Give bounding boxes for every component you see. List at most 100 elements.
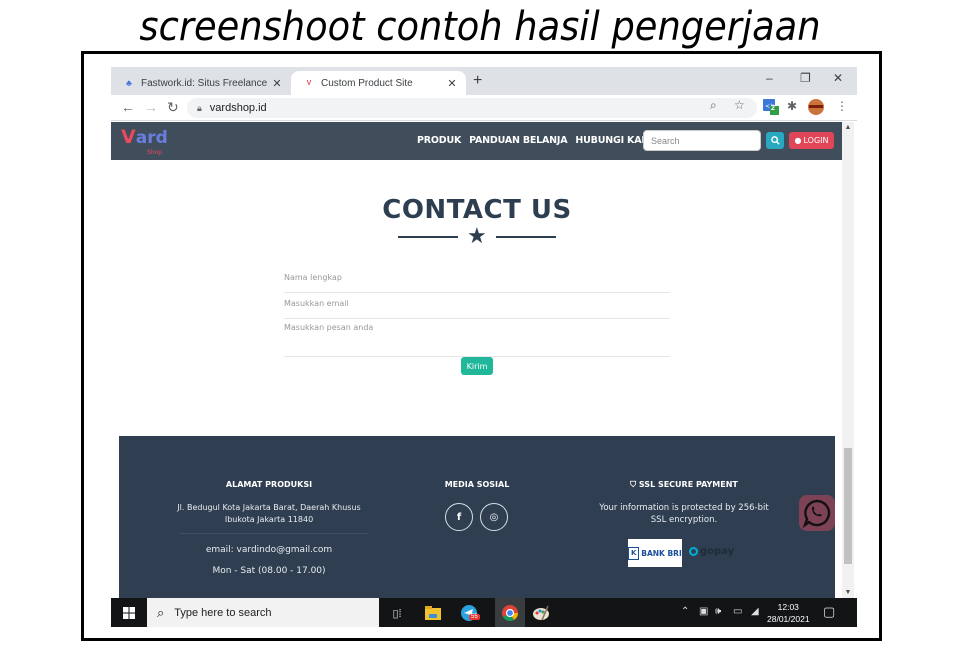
extensions-puzzle-icon[interactable]: ✱ [787,99,797,113]
close-tab-icon[interactable]: ✕ [269,77,285,90]
menu-produk[interactable]: PRODUK [417,135,461,146]
wifi-icon[interactable]: ◢ [751,606,759,617]
bank-bri-logo: K BANK BRI [628,539,682,567]
tab-fastwork[interactable]: ♣ Fastwork.id: Situs Freelance Online ✕ [111,71,291,95]
facebook-icon: f [456,511,462,523]
social-heading: MEDIA SOSIAL [444,480,510,489]
payment-text-2: SSL encryption. [650,515,718,525]
gopay-dot-icon [689,547,698,556]
gopay-logo: gopay [689,546,734,557]
divider-right [496,236,556,238]
email-field[interactable]: Masukkan email [284,297,670,319]
windows-taskbar: ⌕ Type here to search ▯⁞ 55 ⌃ ▣ 🕪︎ ▭ ◢ 1… [111,598,857,627]
back-icon[interactable]: ← [121,99,135,115]
payment-heading: ⛉ SSL SECURE PAYMENT [589,480,779,490]
image-caption: screenshoot contoh hasil pengerjaan [139,4,821,50]
tab-title: Fastwork.id: Situs Freelance Online [141,77,269,89]
new-tab-button[interactable]: + [473,72,482,90]
instagram-icon: ◎ [489,511,499,523]
start-button[interactable] [111,598,147,627]
taskbar-search[interactable]: ⌕ Type here to search [147,598,379,627]
contact-title: CONTACT US [382,195,572,225]
message-field[interactable]: Masukkan pesan anda [284,321,670,357]
gopay-label: gopay [700,546,735,557]
volume-icon[interactable]: 🕪︎ [715,606,721,617]
star-icon: ★ [467,223,487,248]
user-circle-icon: ● [794,136,802,145]
payment-text-1: Your information is protected by 256-bit [599,503,769,513]
login-button[interactable]: ● LOGIN [789,132,834,149]
file-explorer-icon[interactable] [423,603,443,623]
meet-now-icon[interactable]: ▣ [699,606,708,617]
battery-icon[interactable]: ▭ [733,606,742,617]
clock-time: 12:03 [777,602,799,612]
zoom-icon[interactable]: ⌕ [710,98,717,113]
facebook-button[interactable]: f [445,503,473,531]
minimize-button[interactable]: – [766,71,773,85]
address-line-2: Ibukota Jakarta 11840 [224,515,314,524]
browser-tab-bar: ♣ Fastwork.id: Situs Freelance Online ✕ … [111,67,857,95]
address-heading: ALAMAT PRODUKSI [225,480,313,489]
paint-icon[interactable] [531,603,551,623]
scroll-down-arrow-icon[interactable]: ▼ [842,589,854,596]
profile-avatar[interactable] [808,99,824,120]
whatsapp-button[interactable] [799,495,835,531]
scrollbar-thumb[interactable] [844,448,852,564]
logo-sub: Shop [147,149,163,156]
instagram-button[interactable]: ◎ [480,503,508,531]
bookmark-star-icon[interactable]: ☆ [734,98,745,112]
submit-button[interactable]: Kirim [461,357,493,375]
close-tab-icon[interactable]: ✕ [444,77,460,90]
search-icon: ⌕ [157,604,165,620]
reload-icon[interactable]: ↻ [167,99,179,116]
close-window-button[interactable]: ✕ [833,71,843,85]
page-scrollbar[interactable]: ▲ ▼ [842,122,854,598]
shield-icon: ⛉ [630,480,639,489]
address-bar[interactable]: 🔒︎ vardshop.id [187,98,757,118]
tab-title: Custom Product Site [321,77,413,89]
site-menu: PRODUK PANDUAN BELANJA HUBUNGI KAMI [417,135,654,146]
scroll-up-arrow-icon[interactable]: ▲ [842,124,854,131]
bank-bri-label: BANK BRI [641,548,682,558]
site-search-input[interactable]: Search [643,130,761,151]
browser-toolbar: ← → ↻ 🔒︎ vardshop.id ⌕ ☆ </> 2 ✱ ⋮ [111,95,857,121]
show-hidden-icons-icon[interactable]: ⌃ [681,606,689,617]
extension-badge: 2 [771,105,775,112]
search-icon [770,136,780,145]
whatsapp-icon [802,499,831,528]
payment-heading-text: SSL SECURE PAYMENT [638,480,738,489]
desktop-screen: ♣ Fastwork.id: Situs Freelance Online ✕ … [111,67,857,627]
extension-dev-icon[interactable]: </> 2 [763,99,779,120]
lock-icon: 🔒︎ [197,102,202,113]
telegram-badge: 55 [469,614,480,620]
divider-left [398,236,458,238]
restore-button[interactable]: ❐ [800,71,811,85]
name-field[interactable]: Nama lengkap [284,271,670,293]
notification-center-icon[interactable]: ▢ [823,604,835,620]
forward-icon[interactable]: → [144,99,158,115]
footer-email: email: vardindo@gmail.com [205,545,333,555]
address-line-1: Jl. Bedugul Kota Jakarta Barat, Daerah K… [177,503,361,512]
login-label: LOGIN [803,136,829,145]
telegram-icon[interactable]: 55 [459,603,480,623]
site-footer: ALAMAT PRODUKSI Jl. Bedugul Kota Jakarta… [119,436,835,598]
site-navbar: Vard Shop PRODUK PANDUAN BELANJA HUBUNGI… [111,122,843,160]
bri-mark-icon: K [628,546,640,560]
taskbar-search-placeholder: Type here to search [174,606,272,619]
vard-favicon: V [306,79,312,87]
menu-panduan-belanja[interactable]: PANDUAN BELANJA [469,135,567,146]
logo-v: V [121,126,136,148]
chrome-menu-icon[interactable]: ⋮ [836,99,848,113]
taskbar-clock[interactable]: 12:03 28/01/2021 [767,601,810,625]
tab-custom-product[interactable]: V Custom Product Site ✕ [291,71,466,95]
footer-hours: Mon - Sat (08.00 - 17.00) [212,566,326,576]
fastwork-icon: ♣ [126,78,132,88]
site-logo[interactable]: Vard Shop [121,126,168,157]
chrome-taskbar-icon[interactable] [495,598,525,627]
site-search-button[interactable] [766,132,784,149]
windows-logo-icon [123,606,135,619]
clock-date: 28/01/2021 [767,614,810,624]
page-viewport: Vard Shop PRODUK PANDUAN BELANJA HUBUNGI… [111,122,857,598]
url-text: vardshop.id [209,102,267,114]
task-view-icon[interactable]: ▯⁞ [387,603,407,623]
